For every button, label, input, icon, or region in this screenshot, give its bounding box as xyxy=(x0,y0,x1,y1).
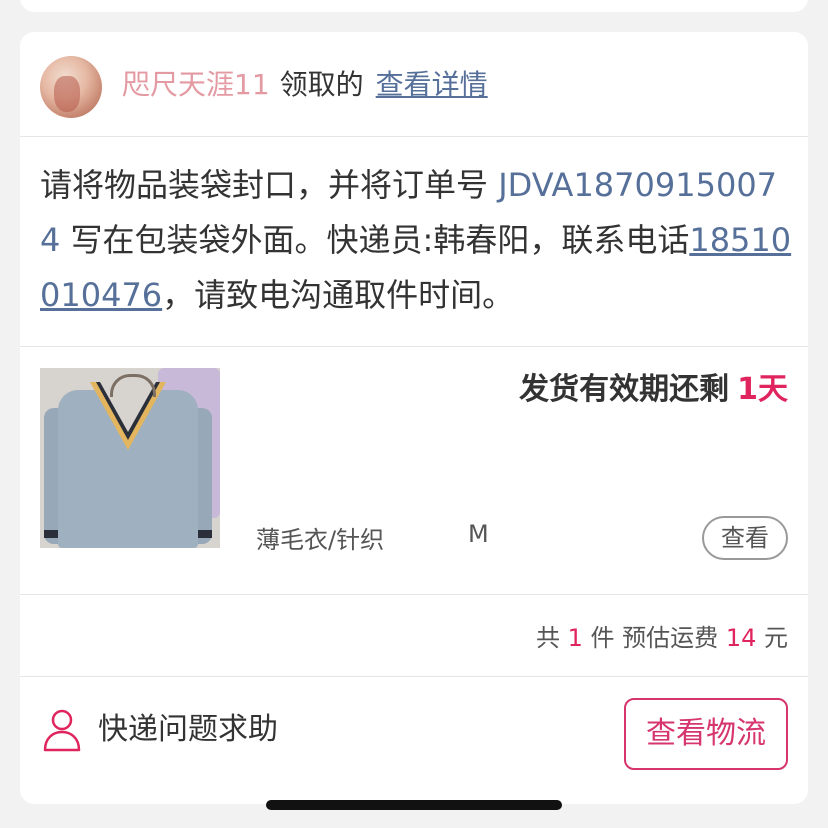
username[interactable]: 咫尺天涯11 xyxy=(122,68,270,101)
divider xyxy=(20,346,808,347)
previous-card xyxy=(20,0,808,12)
expire-label: 发货有效期还剩 xyxy=(519,372,730,407)
user-help-icon[interactable] xyxy=(42,708,82,752)
instruction-text: 请将物品装袋封口，并将订单号 xyxy=(40,166,499,204)
claim-header: 咫尺天涯11 领取的 查看详情 xyxy=(122,65,488,105)
home-indicator[interactable] xyxy=(266,800,562,810)
divider xyxy=(20,676,808,677)
instruction-text: ，请致电沟通取件时间。 xyxy=(162,276,515,314)
courier-help-link[interactable]: 快递问题求助 xyxy=(98,708,278,752)
instruction-text: 写在包装袋外面。快递员:韩春阳，联系电话 xyxy=(60,221,690,259)
shipping-fee: 14 xyxy=(725,624,757,652)
item-count: 1 xyxy=(567,624,583,652)
view-item-button[interactable]: 查看 xyxy=(702,516,788,560)
item-size: M xyxy=(468,520,489,548)
view-logistics-button[interactable]: 查看物流 xyxy=(624,698,788,770)
shipping-instructions: 请将物品装袋封口，并将订单号 JDVA18709150074 写在包装袋外面。快… xyxy=(40,158,792,323)
order-card: 咫尺天涯11 领取的 查看详情 请将物品装袋封口，并将订单号 JDVA1870915… xyxy=(20,32,808,804)
view-details-link[interactable]: 查看详情 xyxy=(376,68,488,101)
avatar[interactable] xyxy=(40,56,102,118)
summary-prefix: 共 xyxy=(535,624,560,652)
divider xyxy=(20,594,808,595)
divider xyxy=(20,136,808,137)
order-summary: 共 1 件 预估运费 14 元 xyxy=(536,618,788,653)
summary-middle: 件 预估运费 xyxy=(590,624,719,652)
item-category: 薄毛衣/针织 xyxy=(256,526,385,554)
expire-value: 1天 xyxy=(737,372,788,407)
item-image[interactable] xyxy=(40,368,220,548)
summary-suffix: 元 xyxy=(764,624,788,652)
claim-text: 领取的 xyxy=(279,68,364,101)
shipping-deadline: 发货有效期还剩 1天 xyxy=(519,364,788,408)
